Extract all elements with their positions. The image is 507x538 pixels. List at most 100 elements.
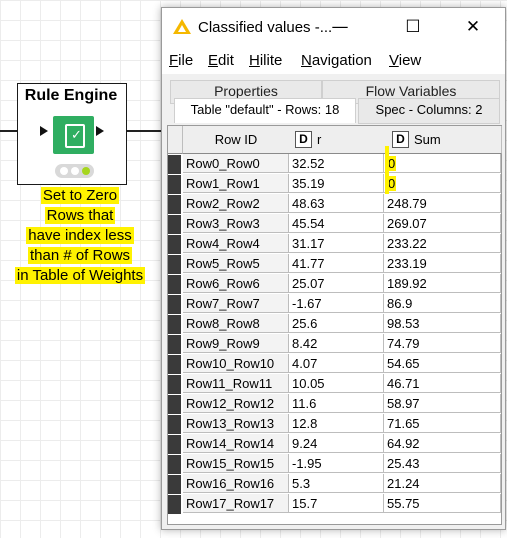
- row-id-cell[interactable]: Row12_Row12: [183, 394, 289, 413]
- table-row[interactable]: Row7_Row7 -1.67 86.9: [168, 294, 501, 314]
- r-value-cell[interactable]: 8.42: [289, 334, 384, 353]
- row-id-cell[interactable]: Row1_Row1: [183, 174, 289, 193]
- menu-label: ile: [178, 52, 194, 69]
- r-value-cell[interactable]: -1.67: [289, 294, 384, 313]
- menu-navigation[interactable]: Navigation: [301, 52, 372, 69]
- menu-hilite[interactable]: Hilite: [249, 52, 282, 69]
- row-id-cell[interactable]: Row14_Row14: [183, 434, 289, 453]
- r-value-cell[interactable]: 5.3: [289, 474, 384, 493]
- r-value-cell[interactable]: 11.6: [289, 394, 384, 413]
- sum-value-cell[interactable]: 55.75: [384, 494, 501, 513]
- r-value-cell[interactable]: 12.8: [289, 414, 384, 433]
- sum-value-cell[interactable]: 269.07: [384, 214, 501, 233]
- column-header-r[interactable]: D r: [289, 126, 385, 154]
- row-id-cell[interactable]: Row3_Row3: [183, 214, 289, 233]
- sum-value-cell[interactable]: 64.92: [384, 434, 501, 453]
- sum-value-cell[interactable]: 58.97: [384, 394, 501, 413]
- row-id-cell[interactable]: Row11_Row11: [183, 374, 289, 393]
- sum-value-cell[interactable]: 233.19: [384, 254, 501, 273]
- sum-value-cell[interactable]: 233.22: [384, 234, 501, 253]
- sum-value-cell[interactable]: 189.92: [384, 274, 501, 293]
- row-id-cell[interactable]: Row16_Row16: [183, 474, 289, 493]
- table-row[interactable]: Row15_Row15 -1.95 25.43: [168, 454, 501, 474]
- table-row[interactable]: Row16_Row16 5.3 21.24: [168, 474, 501, 494]
- row-id-cell[interactable]: Row17_Row17: [183, 494, 289, 513]
- row-id-cell[interactable]: Row4_Row4: [183, 234, 289, 253]
- row-id-cell[interactable]: Row0_Row0: [183, 154, 289, 173]
- table-row[interactable]: Row11_Row11 10.05 46.71: [168, 374, 501, 394]
- input-port-icon[interactable]: [40, 126, 48, 136]
- menu-edit[interactable]: Edit: [208, 52, 234, 69]
- tab-spec[interactable]: Spec - Columns: 2: [358, 98, 500, 124]
- cell-text: Row17_Row17: [186, 496, 275, 511]
- r-value-cell[interactable]: 45.54: [289, 214, 384, 233]
- row-marker: [168, 255, 181, 274]
- title-bar[interactable]: Classified values -... — ☐ ✕: [162, 8, 505, 46]
- table-row[interactable]: Row5_Row5 41.77 233.19: [168, 254, 501, 274]
- row-marker: [168, 355, 181, 374]
- cell-text: 25.6: [292, 316, 318, 331]
- output-port-icon[interactable]: [96, 126, 104, 136]
- column-header-rowid[interactable]: Row ID: [183, 126, 290, 154]
- sum-value-cell[interactable]: 86.9: [384, 294, 501, 313]
- column-header-sum[interactable]: D Sum: [384, 126, 502, 154]
- row-id-cell[interactable]: Row9_Row9: [183, 334, 289, 353]
- row-id-cell[interactable]: Row10_Row10: [183, 354, 289, 373]
- table-row[interactable]: Row13_Row13 12.8 71.65: [168, 414, 501, 434]
- maximize-button[interactable]: ☐: [390, 8, 436, 46]
- row-id-cell[interactable]: Row6_Row6: [183, 274, 289, 293]
- sum-value-cell[interactable]: 54.65: [384, 354, 501, 373]
- row-id-cell[interactable]: Row8_Row8: [183, 314, 289, 333]
- r-value-cell[interactable]: 9.24: [289, 434, 384, 453]
- table-row[interactable]: Row4_Row4 31.17 233.22: [168, 234, 501, 254]
- sum-value-cell[interactable]: 248.79: [384, 194, 501, 213]
- r-value-cell[interactable]: 41.77: [289, 254, 384, 273]
- row-id-cell[interactable]: Row13_Row13: [183, 414, 289, 433]
- row-id-cell[interactable]: Row15_Row15: [183, 454, 289, 473]
- table-row[interactable]: Row10_Row10 4.07 54.65: [168, 354, 501, 374]
- cell-text: 269.07: [387, 216, 427, 231]
- table-row[interactable]: Row17_Row17 15.7 55.75: [168, 494, 501, 514]
- table-row[interactable]: Row1_Row1 35.19 0: [168, 174, 501, 194]
- r-value-cell[interactable]: 4.07: [289, 354, 384, 373]
- r-value-cell[interactable]: 32.52: [289, 154, 384, 173]
- menu-view[interactable]: View: [389, 52, 421, 69]
- menu-file[interactable]: File: [169, 52, 193, 69]
- table-row[interactable]: Row8_Row8 25.6 98.53: [168, 314, 501, 334]
- table-row[interactable]: Row2_Row2 48.63 248.79: [168, 194, 501, 214]
- sum-value-cell[interactable]: 74.79: [384, 334, 501, 353]
- row-id-cell[interactable]: Row2_Row2: [183, 194, 289, 213]
- minimize-button[interactable]: —: [317, 8, 363, 46]
- table-row[interactable]: Row9_Row9 8.42 74.79: [168, 334, 501, 354]
- r-value-cell[interactable]: 25.6: [289, 314, 384, 333]
- close-button[interactable]: ✕: [450, 8, 496, 46]
- r-value-cell[interactable]: 15.7: [289, 494, 384, 513]
- node-annotation[interactable]: Set to Zero Rows that have index less than …: [0, 186, 160, 286]
- r-value-cell[interactable]: 48.63: [289, 194, 384, 213]
- cell-text: Row15_Row15: [186, 456, 275, 471]
- table-row[interactable]: Row3_Row3 45.54 269.07: [168, 214, 501, 234]
- sum-value-cell[interactable]: 21.24: [384, 474, 501, 493]
- row-id-cell[interactable]: Row5_Row5: [183, 254, 289, 273]
- row-marker: [168, 155, 181, 174]
- rule-engine-icon[interactable]: ✓: [53, 116, 94, 154]
- column-header-label: r: [317, 132, 322, 147]
- row-id-cell[interactable]: Row7_Row7: [183, 294, 289, 313]
- r-value-cell[interactable]: 25.07: [289, 274, 384, 293]
- r-value-cell[interactable]: 31.17: [289, 234, 384, 253]
- table-row[interactable]: Row6_Row6 25.07 189.92: [168, 274, 501, 294]
- table-row[interactable]: Row0_Row0 32.52 0: [168, 154, 501, 174]
- row-marker: [168, 175, 181, 194]
- sum-value-cell[interactable]: 0: [384, 154, 501, 173]
- tab-table-default[interactable]: Table "default" - Rows: 18: [174, 98, 356, 123]
- r-value-cell[interactable]: 35.19: [289, 174, 384, 193]
- table-row[interactable]: Row12_Row12 11.6 58.97: [168, 394, 501, 414]
- table-row[interactable]: Row14_Row14 9.24 64.92: [168, 434, 501, 454]
- sum-value-cell[interactable]: 71.65: [384, 414, 501, 433]
- sum-value-cell[interactable]: 98.53: [384, 314, 501, 333]
- r-value-cell[interactable]: -1.95: [289, 454, 384, 473]
- sum-value-cell[interactable]: 0: [384, 174, 501, 193]
- sum-value-cell[interactable]: 25.43: [384, 454, 501, 473]
- sum-value-cell[interactable]: 46.71: [384, 374, 501, 393]
- r-value-cell[interactable]: 10.05: [289, 374, 384, 393]
